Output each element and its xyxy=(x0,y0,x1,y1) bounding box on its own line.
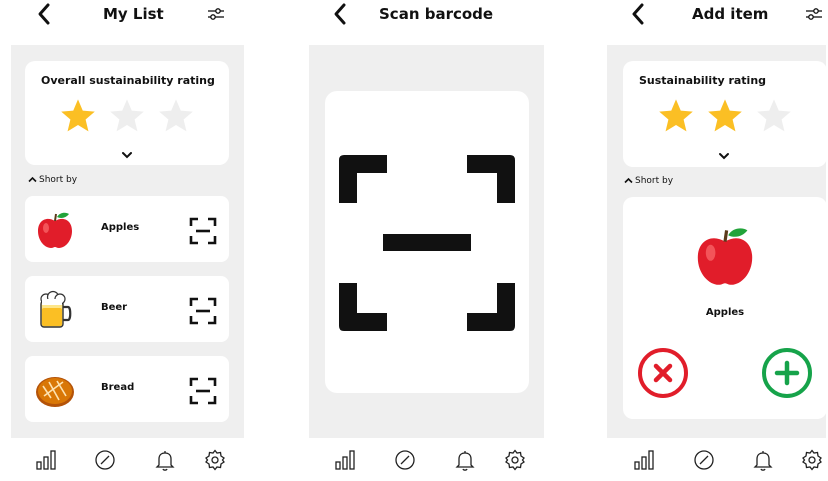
content-panel: Sustainability rating Short by Apples xyxy=(607,45,827,438)
content-panel xyxy=(309,45,544,438)
header: Add item xyxy=(607,0,826,30)
chevron-down-icon[interactable] xyxy=(120,150,134,160)
star-empty-icon xyxy=(110,99,144,132)
item-preview-card: Apples xyxy=(623,197,827,419)
sort-by-label: Short by xyxy=(39,175,78,185)
back-arrow-icon[interactable] xyxy=(630,2,646,26)
list-item-bread[interactable]: Bread xyxy=(25,356,229,422)
content-panel: Overall sustainability rating Short by A… xyxy=(11,45,244,438)
compass-icon[interactable] xyxy=(93,448,117,472)
tab-bar xyxy=(309,448,544,476)
item-name: Bread xyxy=(101,382,135,393)
scan-barcode-icon[interactable] xyxy=(189,377,217,405)
chevron-up-icon xyxy=(28,176,37,183)
star-empty-icon xyxy=(159,99,193,132)
star-filled-icon xyxy=(659,99,693,132)
bell-icon[interactable] xyxy=(453,448,477,472)
page-title: Add item xyxy=(692,5,769,23)
filter-icon[interactable] xyxy=(207,5,225,23)
cancel-button[interactable] xyxy=(637,347,689,399)
beer-mug-icon xyxy=(40,290,72,328)
item-name: Apples xyxy=(705,307,745,318)
compass-icon[interactable] xyxy=(692,448,716,472)
list-item-apples[interactable]: Apples xyxy=(25,196,229,262)
back-arrow-icon[interactable] xyxy=(36,2,52,26)
chevron-down-icon[interactable] xyxy=(717,151,731,161)
rating-title: Sustainability rating xyxy=(639,74,767,87)
tab-bar xyxy=(607,448,826,476)
stats-icon[interactable] xyxy=(632,448,656,472)
add-item-screen: Add item Sustainability rating Short by xyxy=(607,0,827,481)
bread-icon xyxy=(36,377,74,407)
star-rating xyxy=(25,97,229,137)
bell-icon[interactable] xyxy=(153,448,177,472)
header: Scan barcode xyxy=(309,0,544,30)
settings-icon[interactable] xyxy=(203,448,227,472)
header: My List xyxy=(11,0,244,30)
scan-barcode-icon[interactable] xyxy=(189,297,217,325)
scan-barcode-icon[interactable] xyxy=(189,217,217,245)
chevron-up-icon xyxy=(624,177,633,184)
rating-title: Overall sustainability rating xyxy=(41,74,215,87)
star-rating xyxy=(623,97,827,137)
star-empty-icon xyxy=(757,99,791,132)
settings-icon[interactable] xyxy=(503,448,527,472)
sort-by-toggle[interactable]: Short by xyxy=(624,176,673,186)
rating-card: Sustainability rating xyxy=(623,61,827,167)
list-item-beer[interactable]: Beer xyxy=(25,276,229,342)
scanner-viewfinder[interactable] xyxy=(325,91,529,393)
item-name: Apples xyxy=(101,222,140,233)
stats-icon[interactable] xyxy=(34,448,58,472)
compass-icon[interactable] xyxy=(393,448,417,472)
back-arrow-icon[interactable] xyxy=(332,2,348,26)
bell-icon[interactable] xyxy=(751,448,775,472)
my-list-screen: My List Overall sustainability rating Sh… xyxy=(11,0,244,481)
settings-icon[interactable] xyxy=(800,448,824,472)
filter-icon[interactable] xyxy=(805,5,823,23)
page-title: Scan barcode xyxy=(379,5,494,23)
rating-card: Overall sustainability rating xyxy=(25,61,229,165)
scan-barcode-screen: Scan barcode xyxy=(309,0,544,481)
star-filled-icon xyxy=(61,99,95,132)
sort-by-toggle[interactable]: Short by xyxy=(28,175,77,185)
scan-frame-icon xyxy=(339,155,515,331)
add-button[interactable] xyxy=(761,347,813,399)
sort-by-label: Short by xyxy=(635,176,674,186)
tab-bar xyxy=(11,448,244,476)
page-title: My List xyxy=(103,5,164,23)
star-filled-icon xyxy=(708,99,742,132)
stats-icon[interactable] xyxy=(333,448,357,472)
apple-icon xyxy=(697,228,753,285)
apple-icon xyxy=(38,212,72,248)
item-name: Beer xyxy=(101,302,128,313)
